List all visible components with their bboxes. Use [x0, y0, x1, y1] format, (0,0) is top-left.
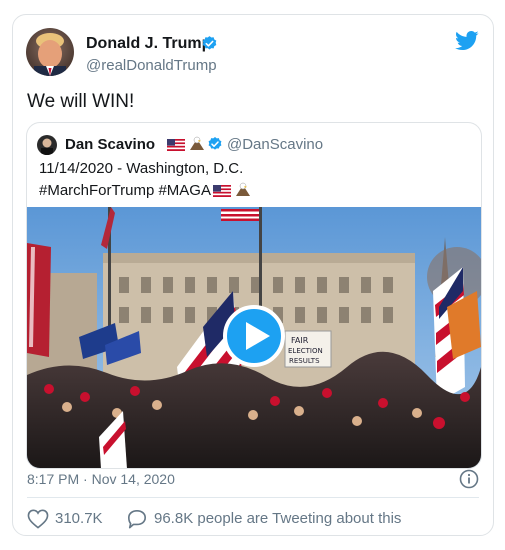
author-handle[interactable]: @realDonaldTrump: [86, 57, 217, 74]
quoted-author-avatar[interactable]: [37, 135, 57, 155]
svg-text:ELECTION: ELECTION: [288, 347, 323, 355]
twitter-bird-icon[interactable]: [455, 31, 479, 56]
us-flag-icon: [212, 184, 231, 201]
speech-bubble-icon[interactable]: [126, 509, 148, 534]
eagle-icon: [234, 182, 252, 202]
tweet-timestamp[interactable]: 8:17 PM · Nov 14, 2020: [27, 471, 175, 487]
us-flag-icon: [167, 138, 185, 156]
play-button[interactable]: [223, 305, 285, 367]
video-thumbnail[interactable]: FAIR ELECTION RESULTS: [27, 207, 481, 468]
author-name[interactable]: Donald J. Trump: [86, 35, 211, 53]
svg-text:FAIR: FAIR: [291, 336, 309, 345]
quoted-tweet-line2: #MarchForTrump #MAGA: [39, 182, 252, 202]
tweet-card[interactable]: Donald J. Trump @realDonaldTrump We will…: [12, 14, 494, 536]
heart-icon[interactable]: [27, 509, 49, 534]
quoted-tweet-line1: 11/14/2020 - Washington, D.C.: [39, 160, 244, 177]
info-icon[interactable]: [459, 469, 479, 494]
tweet-text: We will WIN!: [27, 91, 135, 112]
quoted-tweet-hashtags[interactable]: #MarchForTrump #MAGA: [39, 182, 211, 199]
author-avatar[interactable]: [26, 28, 74, 76]
quoted-verified-badge-icon: [207, 136, 223, 157]
divider: [27, 497, 479, 498]
quoted-tweet[interactable]: Dan Scavino @DanScavino 11/14/2020 - Was…: [26, 122, 482, 469]
play-icon: [246, 322, 270, 350]
verified-badge-icon: [201, 35, 218, 57]
conversation-link[interactable]: 96.8K people are Tweeting about this: [154, 510, 401, 527]
quoted-author-handle[interactable]: @DanScavino: [227, 136, 323, 153]
eagle-icon: [188, 136, 206, 157]
like-count[interactable]: 310.7K: [55, 510, 103, 527]
svg-text:RESULTS: RESULTS: [289, 357, 320, 365]
quoted-author-name[interactable]: Dan Scavino: [65, 136, 155, 153]
